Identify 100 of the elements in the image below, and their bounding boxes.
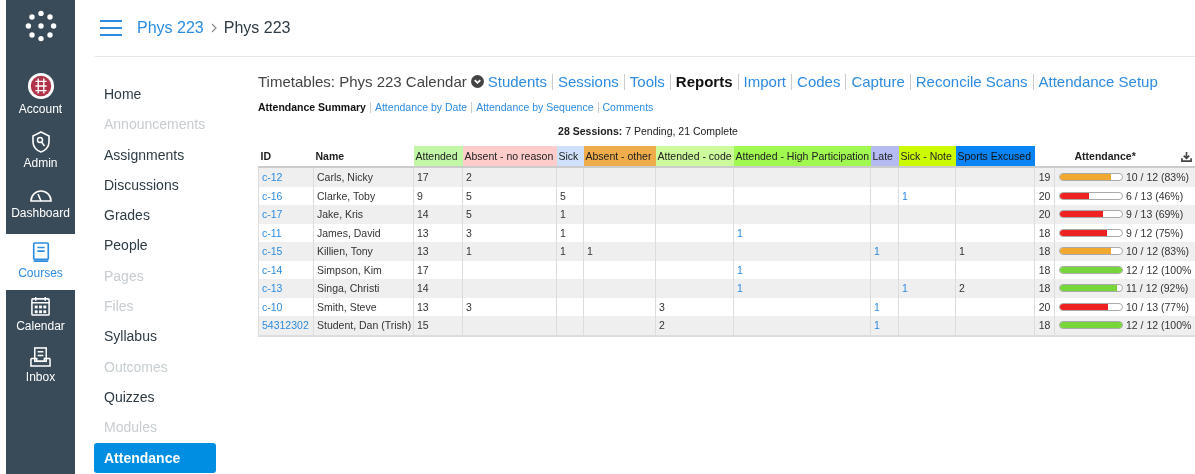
table-cell: 1: [560, 245, 566, 258]
table-cell: 18: [1038, 319, 1051, 332]
table-cell: Carls, Nicky: [317, 171, 373, 184]
student-id-link[interactable]: c-11: [262, 226, 282, 239]
table-cell: 1: [560, 226, 566, 239]
column-header: Attended - code: [655, 146, 734, 167]
column-header: Attended: [413, 146, 463, 167]
menu-icon[interactable]: [99, 19, 123, 37]
attendance-bar: [1059, 173, 1123, 182]
attendance-reading: 12 / 12 (100%: [1126, 319, 1192, 332]
table-cell: 13: [417, 300, 429, 313]
table-cell: 1: [902, 282, 908, 295]
tool-menu-link[interactable]: Import: [737, 73, 792, 90]
course-nav-link[interactable]: Discussions: [94, 169, 218, 201]
tool-menu-link[interactable]: Tools: [623, 73, 670, 90]
report-tab[interactable]: Attendance by Date: [369, 102, 472, 113]
column-header: Sports Excused: [955, 146, 1035, 167]
download-icon[interactable]: [1180, 150, 1192, 162]
breadcrumb-link[interactable]: Phys 223: [137, 19, 204, 37]
course-nav-link[interactable]: Syllabus: [94, 321, 218, 352]
table-cell: 2: [466, 171, 472, 184]
course-nav-link[interactable]: People: [94, 230, 218, 261]
table-cell: 20: [1038, 300, 1051, 313]
table-cell: 1: [959, 245, 965, 258]
inbox-icon: [30, 347, 51, 368]
column-header: Name: [315, 150, 345, 162]
table-cell: 3: [466, 300, 472, 313]
table-cell: Simpson, Kim: [317, 263, 382, 276]
attendance-reading: 9 / 13 (69%): [1126, 208, 1184, 221]
attendance-reading: 10 / 12 (83%): [1126, 245, 1190, 258]
table-cell: 13: [417, 226, 429, 239]
table-cell: 3: [466, 226, 472, 239]
table-cell: 15: [417, 319, 429, 332]
column-header: Late: [870, 146, 899, 167]
column-header: ID: [260, 150, 271, 162]
tool-menu-link[interactable]: Reports: [669, 73, 738, 90]
table-cell: 1: [560, 208, 566, 221]
course-nav-link[interactable]: Assignments: [94, 139, 218, 170]
table-cell: 3: [659, 300, 665, 313]
table-cell: 13: [417, 245, 429, 258]
table-cell: Student, Dan (Trish): [317, 319, 412, 332]
table-cell: 14: [417, 208, 429, 221]
table-cell: James, David: [317, 226, 381, 239]
attendance-reading: 6 / 13 (46%): [1126, 189, 1184, 202]
attendance-reading: 12 / 12 (100%: [1126, 263, 1192, 276]
table-cell: 2: [659, 319, 665, 332]
report-tab[interactable]: Comments: [597, 102, 658, 113]
table-cell: 1: [466, 245, 472, 258]
attendance-bar: [1059, 284, 1123, 293]
tool-menu-link[interactable]: Attendance Setup: [1032, 73, 1163, 90]
student-id-link[interactable]: c-16: [262, 189, 283, 202]
table-cell: 18: [1038, 245, 1051, 258]
book-icon: [30, 242, 51, 264]
tool-menu-link[interactable]: Reconcile Scans: [909, 73, 1033, 90]
attendance-reading: 9 / 12 (75%): [1126, 226, 1184, 239]
tool-menu-link[interactable]: Students: [487, 73, 552, 90]
table-cell: Singa, Christi: [317, 282, 380, 295]
course-nav-link[interactable]: Quizzes: [94, 381, 218, 413]
student-id-link[interactable]: c-14: [262, 263, 283, 276]
column-header: Absent - no reason: [462, 146, 557, 167]
attendance-reading: 10 / 12 (83%): [1126, 171, 1190, 184]
course-nav-link[interactable]: Grades: [94, 200, 218, 231]
course-nav-link[interactable]: Home: [94, 79, 218, 110]
attendance-bar: [1059, 321, 1123, 330]
table-cell: 18: [1038, 263, 1051, 276]
table-cell: 1: [737, 282, 743, 295]
attendance-bar: [1059, 191, 1123, 200]
table-cell: 2: [959, 282, 965, 295]
table-cell: Jake, Kris: [317, 208, 364, 221]
column-header: Attended - High Participation: [733, 146, 871, 167]
table-cell: 1: [874, 319, 880, 332]
global-nav-item[interactable]: Courses: [6, 234, 75, 290]
attendance-bar: [1059, 247, 1123, 256]
tool-menu-link[interactable]: Sessions: [551, 73, 624, 90]
sessions-summary: 28 Sessions: 7 Pending, 21 Complete: [557, 125, 739, 137]
table-cell: 20: [1038, 189, 1051, 202]
report-tab[interactable]: Attendance by Sequence: [471, 102, 598, 113]
table-cell: 1: [737, 226, 743, 239]
table-cell: 19: [1038, 171, 1051, 184]
attendance-reading: 11 / 12 (92%): [1126, 282, 1189, 295]
table-cell: 1: [587, 245, 593, 258]
global-nav-item[interactable]: Account: [6, 72, 75, 130]
tool-menu-link[interactable]: Capture: [845, 73, 910, 90]
dropdown-icon[interactable]: [470, 75, 484, 88]
global-nav-item[interactable]: Calendar: [6, 296, 75, 347]
global-nav-item[interactable]: Dashboard: [6, 184, 75, 234]
table-cell: 1: [874, 245, 880, 258]
attendance-bar: [1059, 302, 1123, 311]
global-nav-item[interactable]: Admin: [6, 130, 75, 184]
report-tab[interactable]: Attendance Summary: [258, 102, 370, 113]
tool-menu-link[interactable]: Codes: [791, 73, 846, 90]
table-cell: Smith, Steve: [317, 300, 377, 313]
attendance-bar: [1059, 210, 1123, 219]
tool-title: Timetables: Phys 223 Calendar: [258, 73, 467, 90]
chevron-icon: [210, 23, 217, 33]
table-cell: 20: [1038, 208, 1051, 221]
course-nav-link[interactable]: Attendance: [94, 442, 216, 473]
table-cell: 18: [1038, 226, 1051, 239]
global-nav-item[interactable]: Inbox: [6, 347, 75, 398]
student-id-link[interactable]: c-10: [262, 300, 283, 313]
